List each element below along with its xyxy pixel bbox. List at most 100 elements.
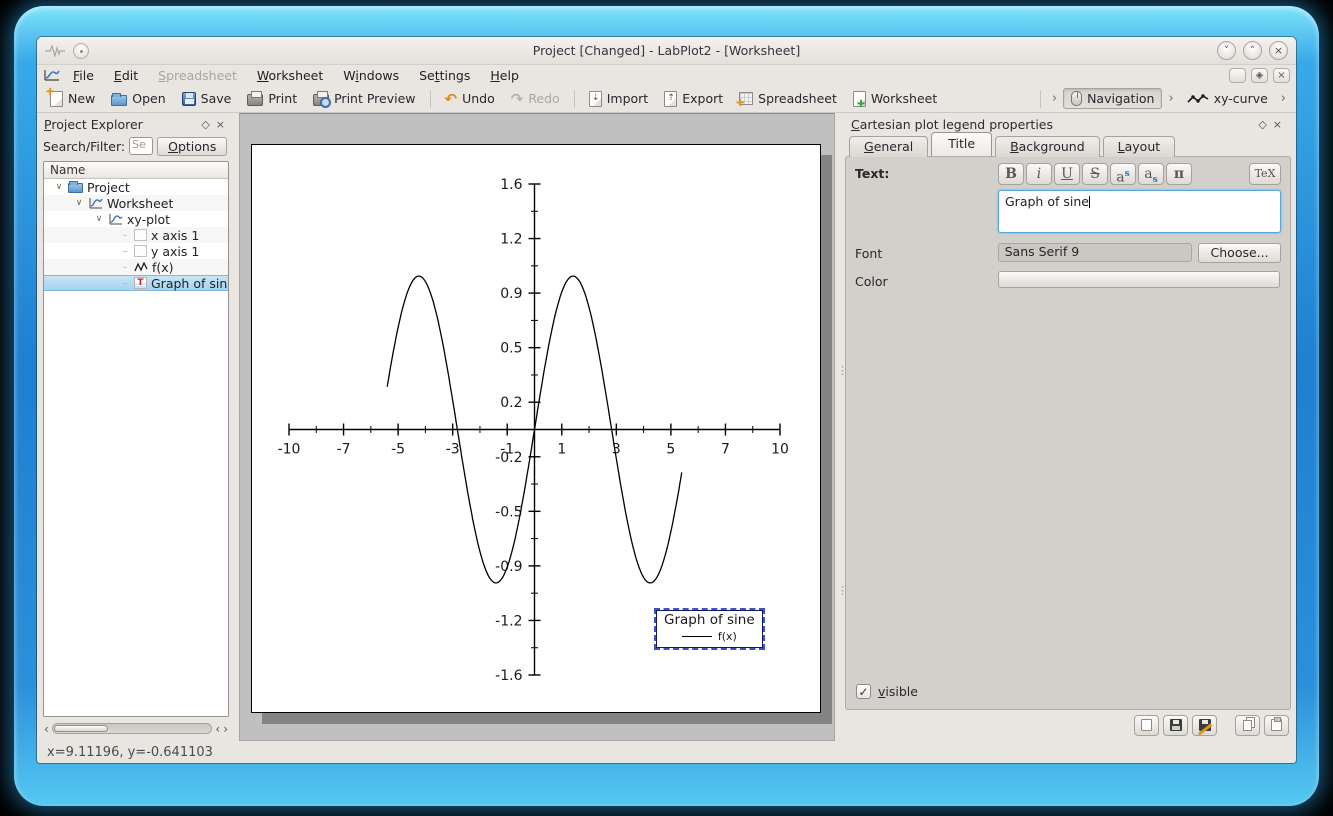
visible-checkbox[interactable]: ✓ <box>856 684 871 699</box>
strikethrough-button[interactable]: S <box>1082 163 1108 185</box>
scroll-right-icon[interactable]: › <box>223 723 228 735</box>
underline-button[interactable]: U <box>1054 163 1080 185</box>
new-worksheet-button[interactable]: ✚ Worksheet <box>846 89 944 109</box>
axis-icon <box>134 245 147 257</box>
menu-file[interactable]: File <box>65 67 102 84</box>
dock-float-icon[interactable]: ◇ <box>198 118 212 131</box>
scroll-left-icon[interactable]: ‹ <box>215 723 220 735</box>
tab-background[interactable]: Background <box>995 136 1100 157</box>
dock-close-icon[interactable]: × <box>1270 118 1285 131</box>
copy-icon <box>1243 720 1252 731</box>
tree-item-xy-plot[interactable]: ∨ xy-plot <box>44 211 228 227</box>
tree-item-x-axis[interactable]: – x axis 1 <box>44 227 228 243</box>
bold-button[interactable]: B <box>998 163 1024 185</box>
tree-item-worksheet[interactable]: ∨ Worksheet <box>44 195 228 211</box>
export-button[interactable]: ⇡ Export <box>657 89 730 109</box>
toolbar-overflow-icon[interactable]: › <box>1277 91 1290 106</box>
pin-button[interactable] <box>73 43 89 59</box>
navigation-button[interactable]: Navigation <box>1063 88 1162 109</box>
menu-worksheet[interactable]: Worksheet <box>249 67 331 84</box>
tree-item-y-axis[interactable]: – y axis 1 <box>44 243 228 259</box>
font-field[interactable]: Sans Serif 9 <box>998 243 1193 262</box>
save-template-button[interactable] <box>1163 715 1188 736</box>
tree-item-fx-curve[interactable]: – f(x) <box>44 259 228 275</box>
mdi-close-button[interactable]: × <box>1273 68 1290 83</box>
horizontal-scrollbar[interactable]: ‹ ‹ › <box>44 721 228 736</box>
mdi-float-button[interactable]: ◈ <box>1251 68 1268 83</box>
mdi-restore-button[interactable] <box>1229 68 1246 83</box>
load-template-button[interactable] <box>1134 715 1159 736</box>
font-choose-button[interactable]: Choose... <box>1198 243 1281 263</box>
menu-settings[interactable]: Settings <box>411 67 478 84</box>
color-swatch-button[interactable] <box>998 271 1280 288</box>
scroll-left-icon[interactable]: ‹ <box>44 723 49 735</box>
print-button[interactable]: Print <box>240 89 304 108</box>
print-preview-button[interactable]: Print Preview <box>306 89 422 108</box>
svg-text:-7: -7 <box>337 442 351 458</box>
menu-windows[interactable]: Windows <box>335 67 407 84</box>
scrollbar-track[interactable] <box>52 723 213 734</box>
maximize-button[interactable]: ˄ <box>1243 41 1262 60</box>
new-button[interactable]: ✚ New <box>43 89 102 109</box>
tab-layout[interactable]: Layout <box>1103 136 1176 157</box>
superscript-button[interactable]: as <box>1110 163 1136 185</box>
title-text-input[interactable]: Graph of sine <box>998 190 1281 233</box>
tree-branch-icon: – <box>120 246 130 257</box>
window-content: Project [Changed] - LabPlot2 - [Workshee… <box>37 37 1296 763</box>
menu-help[interactable]: Help <box>482 67 527 84</box>
copy-button[interactable] <box>1235 715 1260 736</box>
svg-text:1: 1 <box>557 442 566 458</box>
font-label: Font <box>855 243 998 261</box>
printer-icon <box>247 94 263 106</box>
open-button[interactable]: Open <box>104 89 172 108</box>
project-explorer-dock: Project Explorer ◇ × Search/Filter: Se O… <box>38 113 234 741</box>
titlebar[interactable]: Project [Changed] - LabPlot2 - [Workshee… <box>37 37 1296 65</box>
svg-text:1.6: 1.6 <box>500 177 522 193</box>
worksheet-view[interactable]: -10-7-5-3-11357101.61.20.90.50.2-0.2-0.5… <box>239 113 835 741</box>
text-label: Text: <box>855 163 998 181</box>
dock-float-icon[interactable]: ◇ <box>1255 118 1269 131</box>
options-button[interactable]: Options <box>157 137 227 156</box>
tree-branch-icon: – <box>120 230 130 241</box>
tree-item-legend-title[interactable]: – T Graph of sin <box>44 275 228 291</box>
svg-text:1.2: 1.2 <box>500 232 522 248</box>
dock-close-icon[interactable]: × <box>213 118 228 131</box>
legend-line-sample <box>682 636 712 637</box>
open-folder-icon <box>111 95 127 106</box>
expander-icon[interactable]: ∨ <box>74 198 84 208</box>
tree-column-header[interactable]: Name <box>44 162 228 179</box>
save-as-default-button[interactable] <box>1192 715 1217 736</box>
close-button[interactable]: × <box>1269 41 1288 60</box>
splitter-handle[interactable] <box>835 113 843 741</box>
import-button[interactable]: ⇣ Import <box>582 89 656 109</box>
toolbar-overflow-icon[interactable]: › <box>1048 91 1061 106</box>
xy-curve-button[interactable]: xy-curve <box>1180 89 1275 108</box>
undo-button[interactable]: ↶ Undo <box>438 89 502 108</box>
tab-general[interactable]: General <box>849 136 928 157</box>
save-button[interactable]: Save <box>175 89 239 108</box>
new-spreadsheet-button[interactable]: ✚ Spreadsheet <box>732 89 844 108</box>
toolbar-overflow-icon[interactable]: › <box>1164 91 1177 106</box>
tex-button[interactable]: TeX <box>1249 163 1281 185</box>
scrollbar-handle[interactable] <box>54 725 108 732</box>
minimize-button[interactable]: ˅ <box>1217 41 1236 60</box>
plot-legend[interactable]: Graph of sine f(x) <box>654 608 765 650</box>
italic-button[interactable]: i <box>1026 163 1052 185</box>
tree-branch-icon: – <box>120 278 130 289</box>
paste-button[interactable] <box>1264 715 1289 736</box>
subscript-button[interactable]: as <box>1138 163 1164 185</box>
symbols-pi-button[interactable]: π <box>1166 163 1192 185</box>
menu-edit[interactable]: Edit <box>106 67 146 84</box>
svg-text:-5: -5 <box>391 442 405 458</box>
tree-item-project[interactable]: ∨ Project <box>44 179 228 195</box>
expander-icon[interactable]: ∨ <box>94 214 104 224</box>
worksheet-page[interactable]: -10-7-5-3-11357101.61.20.90.50.2-0.2-0.5… <box>251 144 821 713</box>
project-tree-frame: Name ∨ Project ∨ Worksheet ∨ <box>43 161 229 717</box>
folder-icon <box>68 183 83 193</box>
search-input[interactable]: Se <box>129 137 153 155</box>
expander-icon[interactable]: ∨ <box>54 182 64 192</box>
axis-icon <box>134 229 147 241</box>
curve-icon <box>134 262 148 273</box>
tab-title[interactable]: Title <box>931 132 992 156</box>
app-pulse-icon <box>45 45 65 57</box>
